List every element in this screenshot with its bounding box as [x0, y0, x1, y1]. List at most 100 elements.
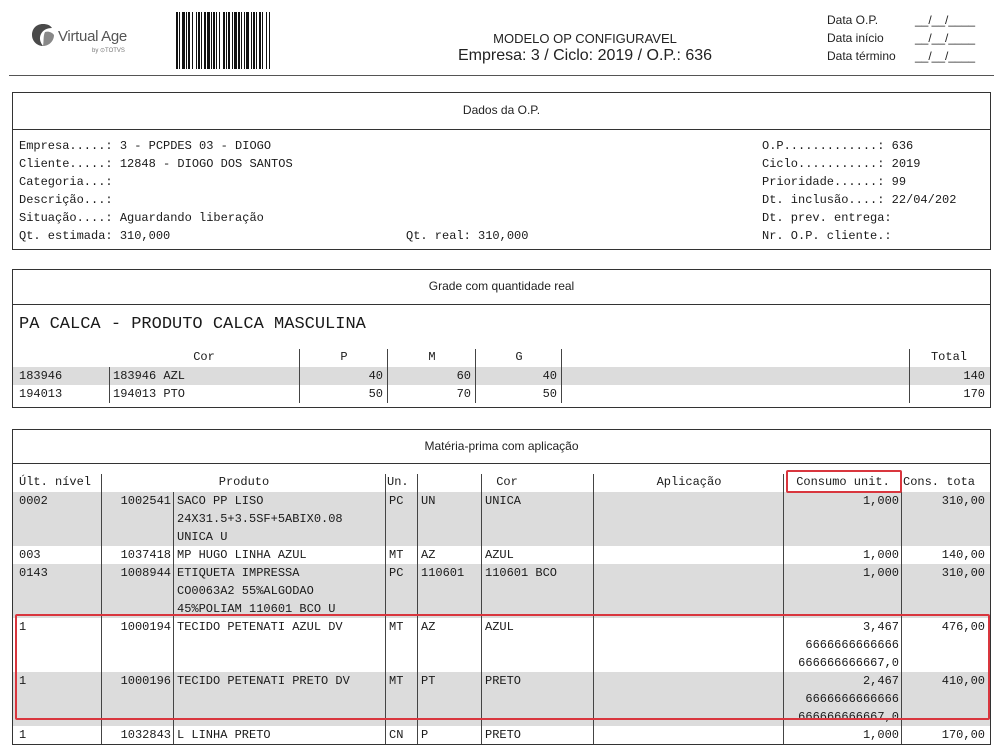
mp-col-divider — [173, 564, 174, 618]
mp-row-cons-total: 410,00 — [941, 674, 985, 688]
mp-col-divider — [593, 618, 594, 672]
mp-col-divider — [901, 726, 902, 744]
mp-col-divider — [593, 672, 594, 726]
mp-col-divider — [417, 618, 418, 672]
mp-col-divider — [385, 726, 386, 744]
mp-col-divider — [593, 564, 594, 618]
mp-col-divider — [481, 726, 482, 744]
grade-row-1-m: 60 — [456, 369, 471, 383]
mp-col-divider — [173, 726, 174, 744]
grade-row-2-cor: 194013 PTO — [113, 387, 186, 401]
barcode-bar — [228, 12, 230, 69]
mp-col-divider — [417, 492, 418, 546]
barcode-bar — [262, 12, 263, 69]
barcode-bar — [251, 12, 252, 69]
mp-row-cor-code: AZ — [421, 548, 436, 562]
mp-row-cor-code: P — [421, 728, 429, 742]
mp-row-cor: PRETO — [485, 728, 522, 742]
mp-header-un: Un. — [387, 475, 409, 489]
dados-op-number: O.P.............: 636 — [762, 139, 914, 153]
grade-col-divider — [561, 349, 562, 403]
dados-situacao: Situação....: Aguardando liberação — [19, 211, 264, 225]
mp-col-divider — [101, 564, 102, 618]
mp-header-divider — [901, 474, 902, 492]
dados-dt-inclusao: Dt. inclusão....: 22/04/202 — [762, 193, 957, 207]
mp-col-divider — [385, 672, 386, 726]
dados-prioridade: Prioridade......: 99 — [762, 175, 907, 189]
mp-row-cor-code: UN — [421, 494, 436, 508]
date-inicio-value: __/__/____ — [915, 31, 976, 45]
mp-col-divider — [385, 492, 386, 546]
mp-row-consumo-unit: 666666666667,0 — [798, 656, 899, 670]
barcode-bar — [238, 12, 240, 69]
mp-row-cons-total: 310,00 — [941, 494, 985, 508]
mp-col-divider — [101, 492, 102, 546]
mp-col-divider — [901, 672, 902, 726]
mp-row-produto: TECIDO PETENATI PRETO DV — [177, 674, 350, 688]
grade-col-divider — [387, 349, 388, 403]
grade-col-divider — [109, 367, 110, 403]
mp-row-produto: UNICA U — [177, 530, 228, 544]
mp-col-divider — [901, 492, 902, 546]
barcode-bar — [216, 12, 217, 69]
barcode-bar — [179, 12, 180, 69]
document-title: MODELO OP CONFIGURAVEL — [493, 31, 677, 46]
date-termino-row: Data término __/__/____ — [827, 49, 975, 63]
mp-header-consumo-unit: Consumo unit. — [796, 475, 890, 489]
date-op-value: __/__/____ — [915, 13, 976, 27]
mp-col-divider — [173, 492, 174, 546]
mp-col-divider — [101, 618, 102, 672]
dados-categoria: Categoria...: — [19, 175, 113, 189]
barcode-bar — [192, 12, 193, 69]
date-op-row: Data O.P. __/__/____ — [827, 13, 975, 27]
mp-row-produto: TECIDO PETENATI AZUL DV — [177, 620, 343, 634]
mp-col-divider — [901, 618, 902, 672]
mp-col-divider — [783, 672, 784, 726]
mp-header-divider — [783, 474, 784, 492]
barcode-bar — [176, 12, 178, 69]
mp-row-cor: AZUL — [485, 620, 514, 634]
dados-op-title: Dados da O.P. — [13, 93, 990, 130]
mp-col-divider — [593, 726, 594, 744]
mp-col-divider — [173, 618, 174, 672]
mp-row-nivel: 1 — [19, 620, 27, 634]
barcode-bar — [241, 12, 242, 69]
barcode-bar — [213, 12, 215, 69]
virtual-age-logo-icon — [32, 24, 54, 46]
barcode-bar — [256, 12, 257, 69]
barcode-bar — [232, 12, 233, 69]
mp-col-divider — [783, 492, 784, 546]
barcode-bar — [234, 12, 237, 69]
mp-row-cons-total: 140,00 — [941, 548, 985, 562]
mp-row-consumo-unit: 3,467 — [862, 620, 899, 634]
grade-header-total: Total — [930, 350, 967, 364]
mp-row-consumo-unit: 1,000 — [862, 494, 899, 508]
barcode-bar — [269, 12, 270, 69]
mp-header-cor: Cor — [496, 475, 518, 489]
dados-qt-real: Qt. real: 310,000 — [406, 229, 529, 243]
mp-row-code: 1037418 — [120, 548, 171, 562]
mp-row-un: CN — [389, 728, 404, 742]
mp-row-un: PC — [389, 494, 404, 508]
mp-row-produto: MP HUGO LINHA AZUL — [177, 548, 307, 562]
mp-col-divider — [481, 564, 482, 618]
barcode-bar — [204, 12, 206, 69]
mp-col-divider — [901, 546, 902, 564]
mp-row-consumo-unit: 1,000 — [862, 566, 899, 580]
barcode-bar — [259, 12, 261, 69]
mp-row-consumo-unit: 666666666667,0 — [798, 710, 899, 724]
grade-product-name: PA CALCA - PRODUTO CALCA MASCULINA — [19, 315, 366, 334]
grade-col-divider — [475, 349, 476, 403]
mp-col-divider — [417, 546, 418, 564]
logo-brand-text: Virtual Age — [58, 28, 127, 45]
date-inicio-row: Data início __/__/____ — [827, 31, 975, 45]
barcode-bar — [186, 12, 187, 69]
mp-col-divider — [173, 546, 174, 564]
grade-row-2-total: 170 — [963, 387, 985, 401]
mp-header-aplicacao: Aplicação — [656, 475, 722, 489]
dados-cliente: Cliente.....: 12848 - DIOGO DOS SANTOS — [19, 157, 293, 171]
mp-row-code: 1008944 — [120, 566, 171, 580]
company-logo: Virtual Age by ⊙TOTVS — [30, 20, 140, 60]
barcode-bar — [198, 12, 200, 69]
mp-col-divider — [901, 564, 902, 618]
